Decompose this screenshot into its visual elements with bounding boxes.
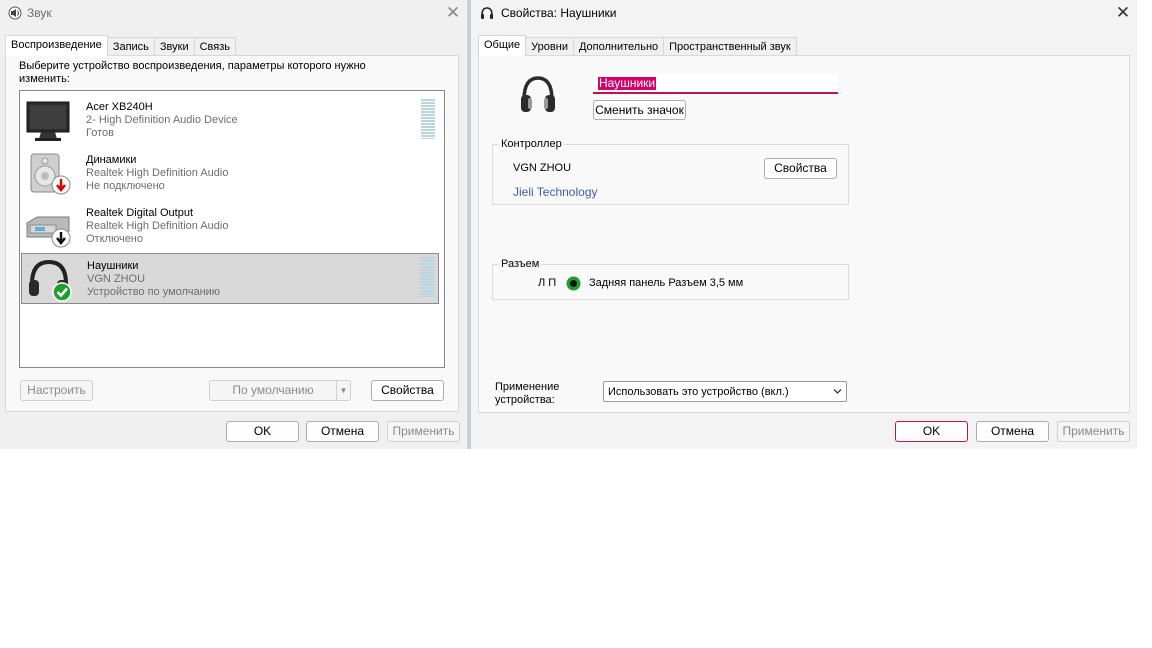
properties-tabs: Общие Уровни Дополнительно Пространствен… <box>478 35 797 56</box>
ok-button[interactable]: OK <box>226 421 299 442</box>
device-status: Готов <box>86 127 114 139</box>
properties-button[interactable]: Свойства <box>371 380 444 401</box>
monitor-icon <box>26 101 70 141</box>
properties-close-button[interactable]: ✕ <box>1108 1 1138 25</box>
device-name-input[interactable]: Наушники <box>593 74 838 94</box>
tab-spatial-sound[interactable]: Пространственный звук <box>663 37 797 56</box>
change-icon-button[interactable]: Сменить значок <box>593 100 686 120</box>
set-default-button[interactable]: По умолчанию ▼ <box>209 380 351 401</box>
chevron-down-icon[interactable]: ▼ <box>336 381 350 400</box>
device-driver: 2- High Definition Audio Device <box>86 114 238 126</box>
properties-window: Свойства: Наушники ✕ Общие Уровни Дополн… <box>470 0 1137 449</box>
set-default-label: По умолчанию <box>232 383 314 397</box>
jack-green-icon <box>566 276 581 291</box>
digital-output-icon <box>26 216 71 248</box>
controller-group: Контроллер VGN ZHOU Jieli Technology Сво… <box>492 138 849 205</box>
tab-levels[interactable]: Уровни <box>525 37 574 56</box>
device-digital-output[interactable]: Realtek Digital Output Realtek High Defi… <box>21 201 439 252</box>
usage-label: Применение устройства: <box>495 381 560 406</box>
device-headphones[interactable]: Наушники VGN ZHOU Устройство по умолчани… <box>21 253 439 304</box>
volume-meter <box>421 99 435 139</box>
tab-advanced[interactable]: Дополнительно <box>572 37 665 56</box>
device-name-value: Наушники <box>598 76 657 90</box>
controller-label: Контроллер <box>499 138 564 150</box>
jack-label: Разъем <box>499 258 542 270</box>
jack-channels: Л П <box>538 277 557 289</box>
cancel-button[interactable]: Отмена <box>306 421 379 442</box>
tab-general[interactable]: Общие <box>478 35 527 56</box>
headphones-icon <box>521 76 555 112</box>
playback-instruction: Выберите устройство воспроизведения, пар… <box>19 60 366 85</box>
chevron-down-icon <box>833 389 842 394</box>
device-driver: Realtek High Definition Audio <box>86 167 229 179</box>
properties-window-title: Свойства: Наушники <box>501 6 617 20</box>
device-list: Acer XB240H 2- High Definition Audio Dev… <box>19 90 445 368</box>
tab-sounds[interactable]: Звуки <box>153 37 195 56</box>
tab-recording[interactable]: Запись <box>106 37 155 56</box>
sound-window-title: Звук <box>27 6 52 20</box>
jack-group: Разъем Л П Задняя панель Разъем 3,5 мм <box>492 258 849 300</box>
tab-playback[interactable]: Воспроизведение <box>5 35 108 56</box>
device-driver: Realtek High Definition Audio <box>86 220 229 232</box>
sound-titlebar: Звук ✕ <box>0 0 467 26</box>
headphones-icon <box>29 259 72 302</box>
device-status: Отключено <box>86 233 143 245</box>
cancel-button[interactable]: Отмена <box>976 421 1049 442</box>
controller-device: VGN ZHOU <box>513 162 572 174</box>
apply-button[interactable]: Применить <box>1057 421 1130 442</box>
properties-titlebar: Свойства: Наушники ✕ <box>471 0 1137 26</box>
usage-selected-value: Использовать это устройство (вкл.) <box>608 386 789 398</box>
device-name: Динамики <box>86 154 137 166</box>
speaker-icon <box>8 6 22 20</box>
tab-communications[interactable]: Связь <box>193 37 237 56</box>
sound-close-button[interactable]: ✕ <box>438 1 468 25</box>
ok-button[interactable]: OK <box>895 421 968 442</box>
general-panel: Наушники Сменить значок Контроллер VGN Z… <box>478 55 1130 413</box>
device-name: Acer XB240H <box>86 101 153 113</box>
sound-window: Звук ✕ Воспроизведение Запись Звуки Связ… <box>0 0 468 449</box>
device-acer-monitor[interactable]: Acer XB240H 2- High Definition Audio Dev… <box>21 95 439 146</box>
device-driver: VGN ZHOU <box>87 273 146 285</box>
speaker-icon <box>30 153 71 195</box>
device-speakers[interactable]: Динамики Realtek High Definition Audio Н… <box>21 148 439 199</box>
configure-button[interactable]: Настроить <box>20 380 93 401</box>
device-status: Устройство по умолчанию <box>87 286 221 298</box>
usage-select[interactable]: Использовать это устройство (вкл.) <box>603 381 847 402</box>
sound-tabs: Воспроизведение Запись Звуки Связь <box>5 35 237 56</box>
controller-properties-button[interactable]: Свойства <box>764 158 837 179</box>
controller-vendor-link[interactable]: Jieli Technology <box>513 185 598 199</box>
device-name: Realtek Digital Output <box>86 207 193 219</box>
device-name: Наушники <box>87 260 139 272</box>
apply-button[interactable]: Применить <box>387 421 460 442</box>
volume-meter <box>420 257 434 297</box>
device-status: Не подключено <box>86 180 165 192</box>
jack-description: Задняя панель Разъем 3,5 мм <box>589 277 744 289</box>
headphones-icon <box>481 7 493 19</box>
